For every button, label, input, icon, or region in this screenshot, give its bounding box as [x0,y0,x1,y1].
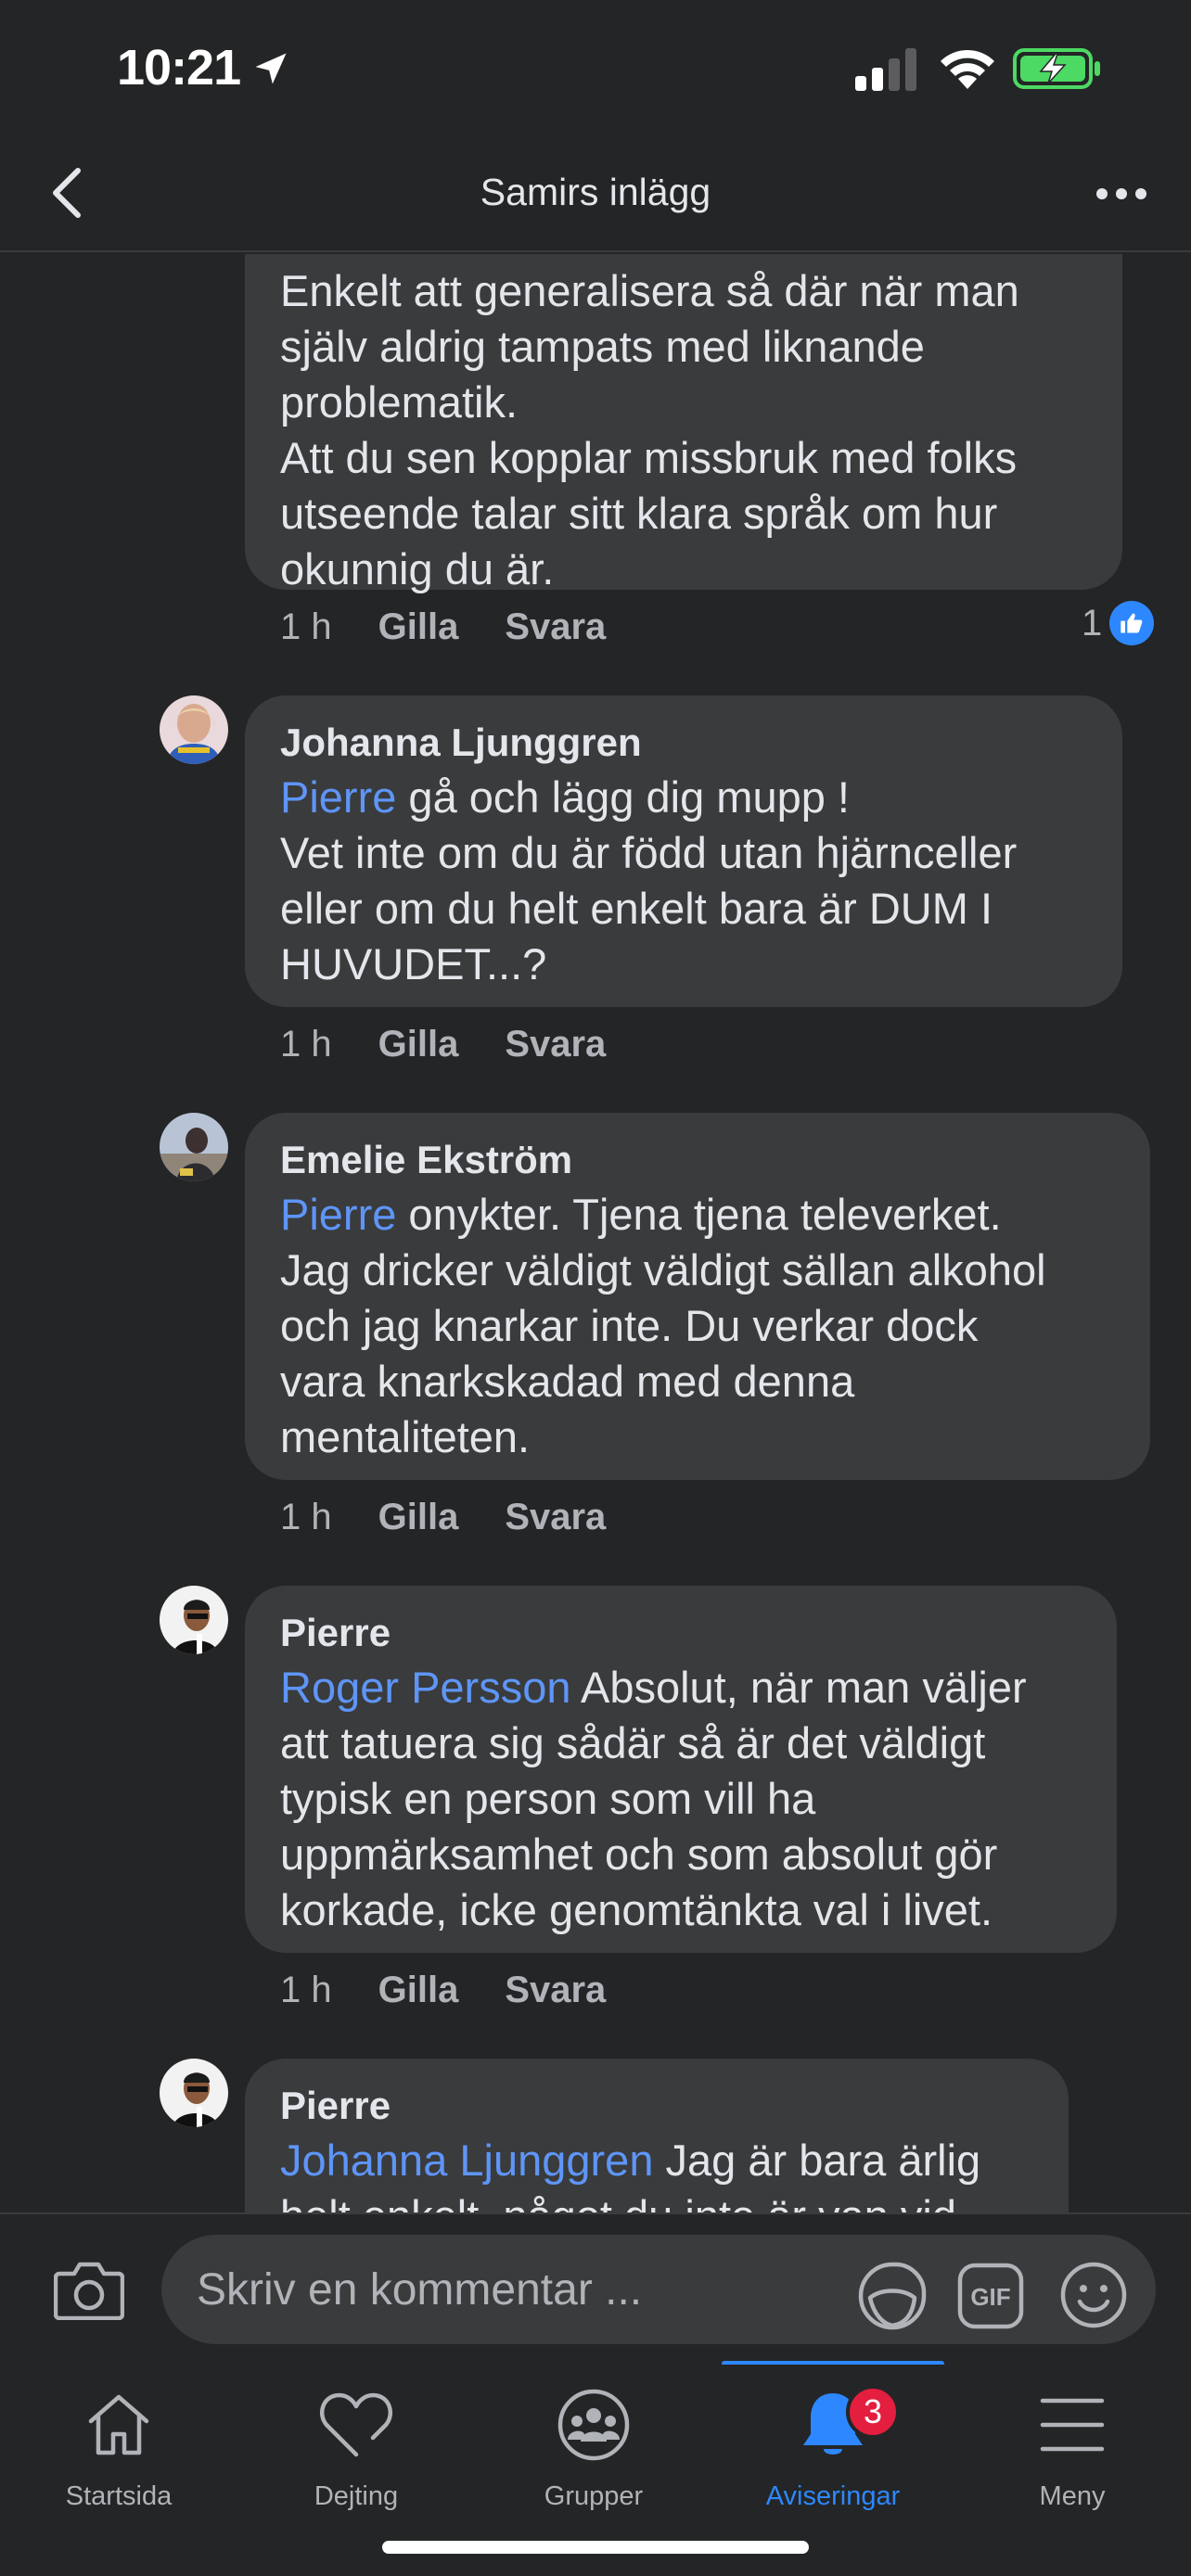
notification-badge: 3 [846,2385,900,2439]
sticker-icon [858,2262,927,2330]
tab-dating[interactable]: Dejting [237,2365,475,2531]
more-dot [1135,188,1146,199]
like-button[interactable]: Gilla [378,606,459,648]
mention-link[interactable]: Roger Persson [280,1663,571,1712]
comment-time: 1 h [280,1970,332,2010]
comment-bubble[interactable]: Emelie Ekström Pierre onykter. Tjena tje… [245,1113,1150,1480]
wifi-icon [941,49,994,89]
comment-text: Roger Persson Absolut, när man väljer at… [280,1660,1083,1938]
tab-label: Dejting [314,2481,399,2511]
tab-label: Startsida [65,2481,173,2511]
home-indicator[interactable] [382,2541,809,2554]
tab-menu[interactable]: Meny [954,2365,1191,2531]
avatar-image [160,1586,228,1654]
reaction-count-number: 1 [1082,602,1103,644]
comment-author[interactable]: Pierre [280,1606,1083,1660]
tab-label: Meny [1039,2481,1106,2511]
comment-text: Johanna Ljunggren Jag är bara ärlig helt… [280,2133,1035,2213]
comment-bubble[interactable]: Pierre Johanna Ljunggren Jag är bara ärl… [245,2059,1069,2213]
tab-home[interactable]: Startsida [0,2365,237,2531]
thumbs-up-icon [1109,601,1155,645]
comment-time: 1 h [280,1024,332,1065]
sticker-button[interactable] [857,2261,928,2336]
like-button[interactable]: Gilla [378,1970,459,2011]
reply-button[interactable]: Svara [505,1497,606,1538]
svg-text:GIF: GIF [970,2283,1010,2311]
comment-feed[interactable]: Enkelt att generalisera så där när man s… [0,254,1191,2213]
avatar-image [160,695,228,764]
tab-groups[interactable]: Grupper [475,2365,712,2531]
more-options-button[interactable] [1089,171,1154,217]
avatar[interactable] [160,1586,228,1654]
smiley-icon [1060,2262,1127,2328]
tab-label: Aviseringar [765,2481,901,2511]
mention-link[interactable]: Pierre [280,772,396,822]
tab-label: Grupper [544,2481,644,2511]
comment-actions: 1 h Gilla Svara [280,606,606,648]
page-title: Samirs inlägg [480,171,711,213]
menu-icon [1039,2383,1106,2467]
gif-button[interactable]: GIF [957,2263,1024,2334]
comment-actions: 1 h Gilla Svara [280,1970,606,2011]
mention-link[interactable]: Johanna Ljunggren [280,2136,653,2185]
comment-bubble[interactable]: Johanna Ljunggren Pierre gå och lägg dig… [245,695,1122,1007]
status-time: 10:21 [117,40,241,96]
like-button[interactable]: Gilla [378,1497,459,1538]
comment-text: Pierre onykter. Tjena tjena televerket. … [280,1187,1117,1465]
nav-header: Samirs inlägg [0,139,1191,252]
groups-icon [557,2383,631,2467]
tab-notifications[interactable]: 3 Aviseringar [714,2365,952,2531]
emoji-button[interactable] [1059,2261,1128,2334]
comment-time: 1 h [280,606,332,647]
comment-bubble[interactable]: Pierre Roger Persson Absolut, när man vä… [245,1586,1117,1953]
camera-icon [53,2262,125,2321]
reply-button[interactable]: Svara [505,1024,606,1065]
avatar-image [160,1113,228,1181]
comment-actions: 1 h Gilla Svara [280,1497,606,1538]
avatar[interactable] [160,695,228,764]
mention-link[interactable]: Pierre [280,1190,396,1239]
avatar-image [160,2059,228,2127]
avatar[interactable] [160,2059,228,2127]
comment-text: Enkelt att generalisera så där när man s… [280,266,1019,593]
comment-author[interactable]: Johanna Ljunggren [280,716,1089,770]
battery-charging-icon [1013,48,1100,89]
avatar[interactable] [160,1113,228,1181]
bell-icon: 3 [798,2383,900,2467]
comment-author[interactable]: Pierre [280,2079,1035,2133]
home-icon [83,2383,154,2467]
comment-composer: GIF [0,2213,1191,2365]
cellular-signal-icon [855,48,916,91]
more-dots-icon [1096,188,1108,199]
comment-author[interactable]: Emelie Ekström [280,1133,1117,1187]
heart-icon [319,2383,393,2467]
more-dot [1116,188,1127,199]
screen: 10:21 Samirs inlägg Enkelt att generalis… [0,0,1191,2576]
camera-button[interactable] [53,2259,125,2325]
gif-icon: GIF [957,2263,1024,2329]
comment-actions: 1 h Gilla Svara [280,1024,606,1065]
reply-button[interactable]: Svara [505,606,606,648]
reply-button[interactable]: Svara [505,1970,606,2011]
reaction-count[interactable]: 1 [1082,601,1155,645]
location-arrow-icon [255,53,287,84]
comment-bubble[interactable]: Enkelt att generalisera så där när man s… [245,254,1122,593]
status-bar: 10:21 [0,0,1191,139]
comment-text: Pierre gå och lägg dig mupp ! Vet inte o… [280,770,1089,992]
like-button[interactable]: Gilla [378,1024,459,1065]
comment-time: 1 h [280,1497,332,1537]
